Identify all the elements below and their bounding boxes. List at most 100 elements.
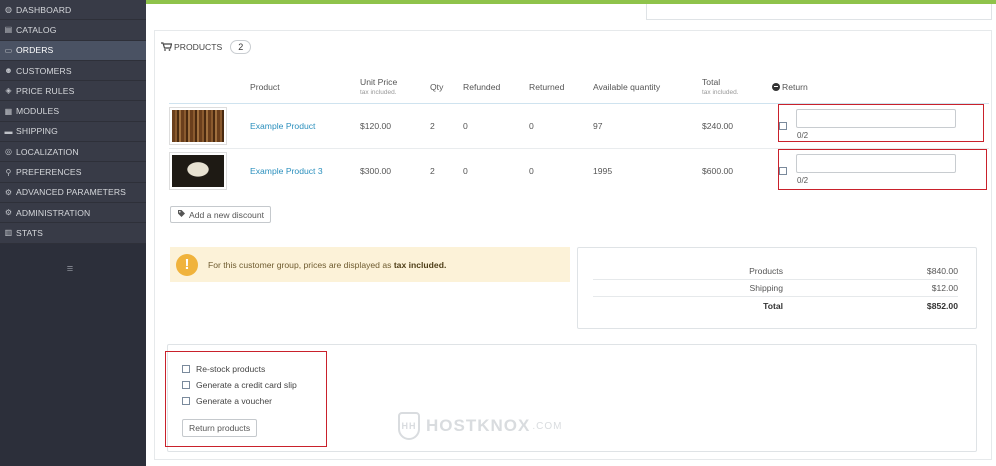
sidebar-item-orders[interactable]: ▭ ORDERS — [0, 40, 146, 61]
panel-title: PRODUCTS — [174, 42, 223, 52]
column-header-return: Return — [772, 71, 989, 103]
panel-heading: PRODUCTS 2 — [161, 40, 252, 54]
watermark-logo: HH — [398, 412, 420, 440]
totals-label: Shipping — [749, 283, 783, 293]
orders-icon: ▭ — [4, 45, 13, 55]
column-header-label: Unit Price — [360, 77, 398, 88]
sidebar-item-preferences[interactable]: ⚲ PREFERENCES — [0, 162, 146, 183]
totals-value: $12.00 — [931, 283, 958, 293]
watermark-suffix: .COM — [532, 420, 563, 432]
sidebar-item-administration[interactable]: ⚙ ADMINISTRATION — [0, 203, 146, 224]
stats-icon: ▥ — [4, 228, 13, 238]
product-image-books — [172, 109, 224, 142]
sidebar-item-label: ADMINISTRATION — [16, 207, 91, 218]
catalog-icon: ▤ — [4, 25, 13, 35]
watermark-text: HOSTKNOX — [426, 416, 531, 435]
advanced-parameters-icon: ⚙ — [4, 187, 13, 197]
total-cell: $240.00 — [702, 102, 772, 148]
sidebar-item-price-rules[interactable]: ◈ PRICE RULES — [0, 81, 146, 102]
sidebar-item-label: DASHBOARD — [16, 4, 72, 15]
sidebar-item-label: MODULES — [16, 106, 60, 117]
products-panel: PRODUCTS 2 Product Unit Price tax include… — [154, 30, 992, 460]
sidebar-item-label: STATS — [16, 227, 43, 238]
order-totals: Products $840.00 Shipping $12.00 Total $… — [577, 247, 977, 329]
returned-cell: 0 — [529, 147, 593, 193]
sidebar: ◍ DASHBOARD ▤ CATALOG ▭ ORDERS ☻ CUSTOMERS ◈… — [0, 0, 146, 466]
sidebar-item-label: ADVANCED PARAMETERS — [16, 187, 126, 198]
sidebar-item-customers[interactable]: ☻ CUSTOMERS — [0, 61, 146, 82]
available-cell: 1995 — [593, 147, 702, 193]
product-thumbnail[interactable] — [169, 106, 227, 145]
notice-text: For this customer group, prices are disp… — [208, 260, 446, 270]
add-discount-button[interactable]: Add a new discount — [170, 206, 272, 223]
sidebar-item-label: CUSTOMERS — [16, 65, 72, 76]
table-header-row: Product Unit Price tax included. Qty Refu… — [169, 71, 989, 103]
refunded-cell: 0 — [463, 147, 529, 193]
product-name-cell: Example Product 3 — [250, 147, 360, 193]
column-header-refunded: Refunded — [463, 81, 501, 92]
column-header-sub: tax included. — [702, 89, 739, 97]
totals-value: $852.00 — [926, 300, 958, 311]
product-link[interactable]: Example Product 3 — [250, 166, 323, 176]
sidebar-item-catalog[interactable]: ▤ CATALOG — [0, 20, 146, 41]
products-count-badge: 2 — [230, 40, 252, 54]
column-header-product: Product — [250, 81, 280, 92]
sidebar-item-localization[interactable]: ◎ LOCALIZATION — [0, 142, 146, 163]
refunded-cell: 0 — [463, 102, 529, 148]
warning-icon: ! — [176, 253, 198, 276]
preferences-icon: ⚲ — [5, 167, 12, 177]
sidebar-item-label: PRICE RULES — [16, 85, 75, 96]
image-column-header — [169, 71, 250, 103]
totals-label: Products — [749, 266, 783, 276]
administration-icon: ⚙ — [4, 208, 13, 218]
dashboard-icon: ◍ — [4, 5, 13, 15]
cart-icon — [161, 41, 173, 53]
sidebar-item-modules[interactable]: ▦ MODULES — [0, 101, 146, 122]
shipping-icon: ▬ — [4, 126, 13, 136]
product-thumbnail[interactable] — [169, 151, 227, 190]
previous-panel-edge — [646, 4, 992, 20]
highlight-box-return-row-1 — [778, 104, 984, 142]
totals-row-products: Products $840.00 — [593, 263, 958, 280]
totals-row-shipping: Shipping $12.00 — [593, 280, 958, 297]
totals-value: $840.00 — [926, 266, 958, 276]
column-header-label: Return — [782, 81, 808, 92]
column-header-label: Total — [702, 77, 721, 88]
totals-label: Total — [763, 300, 783, 311]
returned-cell: 0 — [529, 102, 593, 148]
column-header-available: Available quantity — [593, 81, 661, 92]
qty-cell: 2 — [430, 147, 463, 193]
tag-icon — [177, 209, 186, 220]
highlight-box-return-row-2 — [778, 149, 987, 190]
price-rules-icon: ◈ — [5, 86, 12, 96]
column-header-sub: tax included. — [360, 89, 397, 97]
sidebar-item-dashboard[interactable]: ◍ DASHBOARD — [0, 0, 146, 21]
column-header-qty: Qty — [430, 81, 444, 92]
column-header-returned: Returned — [529, 81, 565, 92]
sidebar-item-label: SHIPPING — [16, 126, 58, 137]
menu-collapse-icon[interactable]: ≡ — [64, 263, 76, 275]
main-content: PRODUCTS 2 Product Unit Price tax include… — [146, 0, 996, 466]
notice-bold: tax included. — [393, 259, 447, 270]
add-discount-label: Add a new discount — [189, 209, 265, 220]
modules-icon: ▦ — [4, 106, 13, 116]
sidebar-item-label: LOCALIZATION — [16, 146, 79, 157]
customers-icon: ☻ — [4, 66, 13, 76]
sidebar-item-advanced-parameters[interactable]: ⚙ ADVANCED PARAMETERS — [0, 183, 146, 203]
sidebar-nav: ◍ DASHBOARD ▤ CATALOG ▭ ORDERS ☻ CUSTOMERS ◈… — [0, 0, 146, 244]
qty-cell: 2 — [430, 102, 463, 148]
column-header-unit-price: Unit Price tax included. — [360, 71, 430, 103]
available-cell: 97 — [593, 102, 702, 148]
sidebar-item-stats[interactable]: ▥ STATS — [0, 223, 146, 244]
product-name-cell: Example Product — [250, 102, 360, 148]
sidebar-item-label: ORDERS — [16, 45, 54, 56]
sidebar-item-shipping[interactable]: ▬ SHIPPING — [0, 122, 146, 143]
product-link[interactable]: Example Product — [250, 121, 315, 131]
unit-price-cell: $120.00 — [360, 102, 430, 148]
unit-price-cell: $300.00 — [360, 147, 430, 193]
sidebar-item-label: PREFERENCES — [16, 167, 82, 178]
minus-circle-icon — [772, 82, 780, 91]
product-image-cell — [169, 147, 250, 193]
total-cell: $600.00 — [702, 147, 772, 193]
totals-row-total: Total $852.00 — [593, 297, 958, 314]
